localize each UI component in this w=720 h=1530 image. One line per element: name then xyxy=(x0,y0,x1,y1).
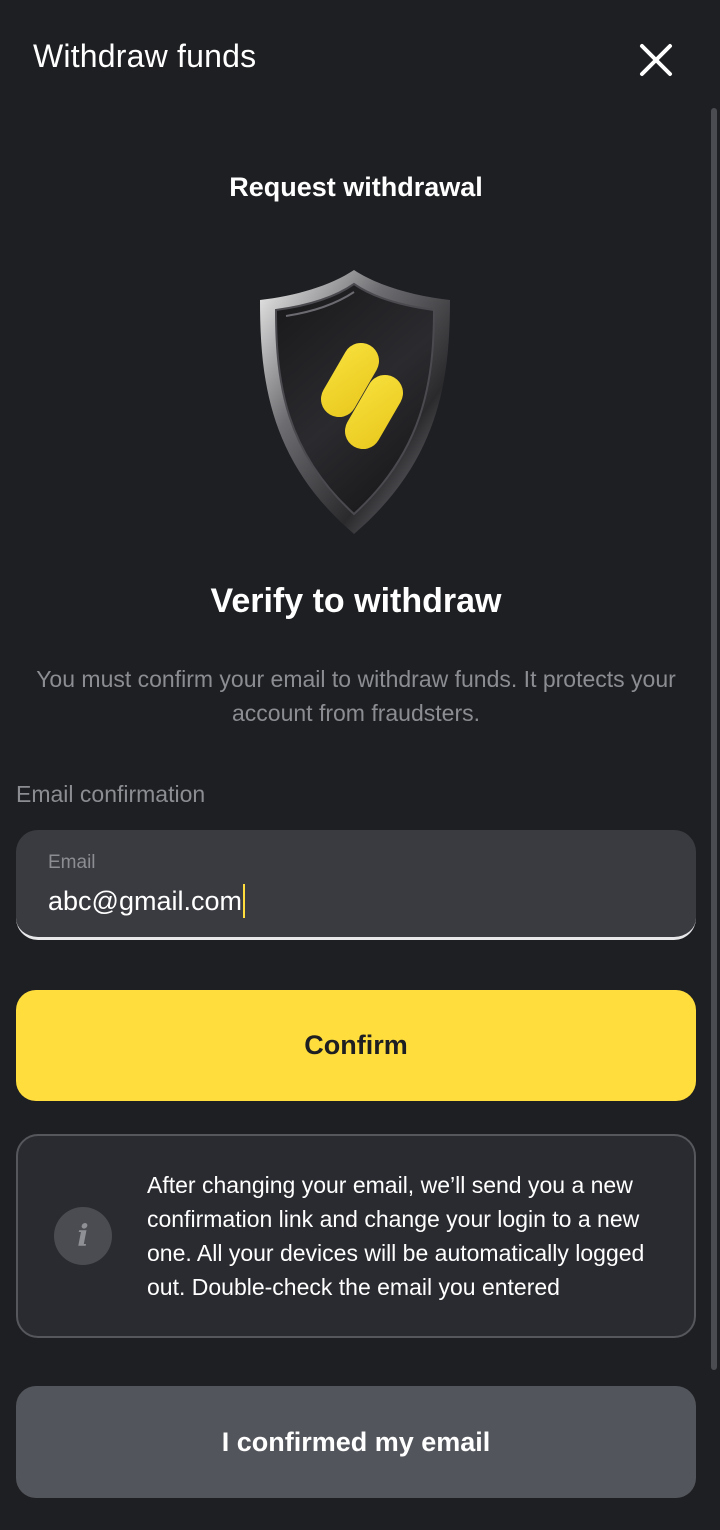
info-notice: i After changing your email, we’ll send … xyxy=(16,1134,696,1338)
email-input-value[interactable]: abc@gmail.com xyxy=(48,886,242,917)
confirm-button-label: Confirm xyxy=(304,1030,408,1060)
verify-description: You must confirm your email to withdraw … xyxy=(36,666,676,726)
page-title: Withdraw funds xyxy=(33,38,257,74)
shield-icon xyxy=(260,270,450,534)
i-confirmed-email-button[interactable]: I confirmed my email xyxy=(16,1386,696,1498)
text-caret xyxy=(242,884,245,918)
verify-heading: Verify to withdraw xyxy=(210,582,502,620)
confirm-button[interactable]: Confirm xyxy=(16,990,696,1101)
email-field-label: Email xyxy=(48,852,96,873)
email-input-row[interactable]: abc@gmail.com xyxy=(48,884,245,918)
info-icon-glyph: i xyxy=(77,1218,89,1254)
info-icon: i xyxy=(54,1207,112,1265)
email-field[interactable]: Email abc@gmail.com xyxy=(16,830,696,940)
request-withdrawal-heading: Request withdrawal xyxy=(229,172,483,202)
close-icon xyxy=(640,44,672,76)
scrollbar[interactable] xyxy=(711,108,717,1370)
close-button[interactable] xyxy=(636,40,676,80)
i-confirmed-email-label: I confirmed my email xyxy=(221,1426,491,1457)
withdraw-screen: Withdraw funds Request withdrawal Verify… xyxy=(0,0,720,1530)
info-notice-text: After changing your email, we’ll send yo… xyxy=(147,1172,645,1300)
email-confirmation-label: Email confirmation xyxy=(16,781,206,807)
